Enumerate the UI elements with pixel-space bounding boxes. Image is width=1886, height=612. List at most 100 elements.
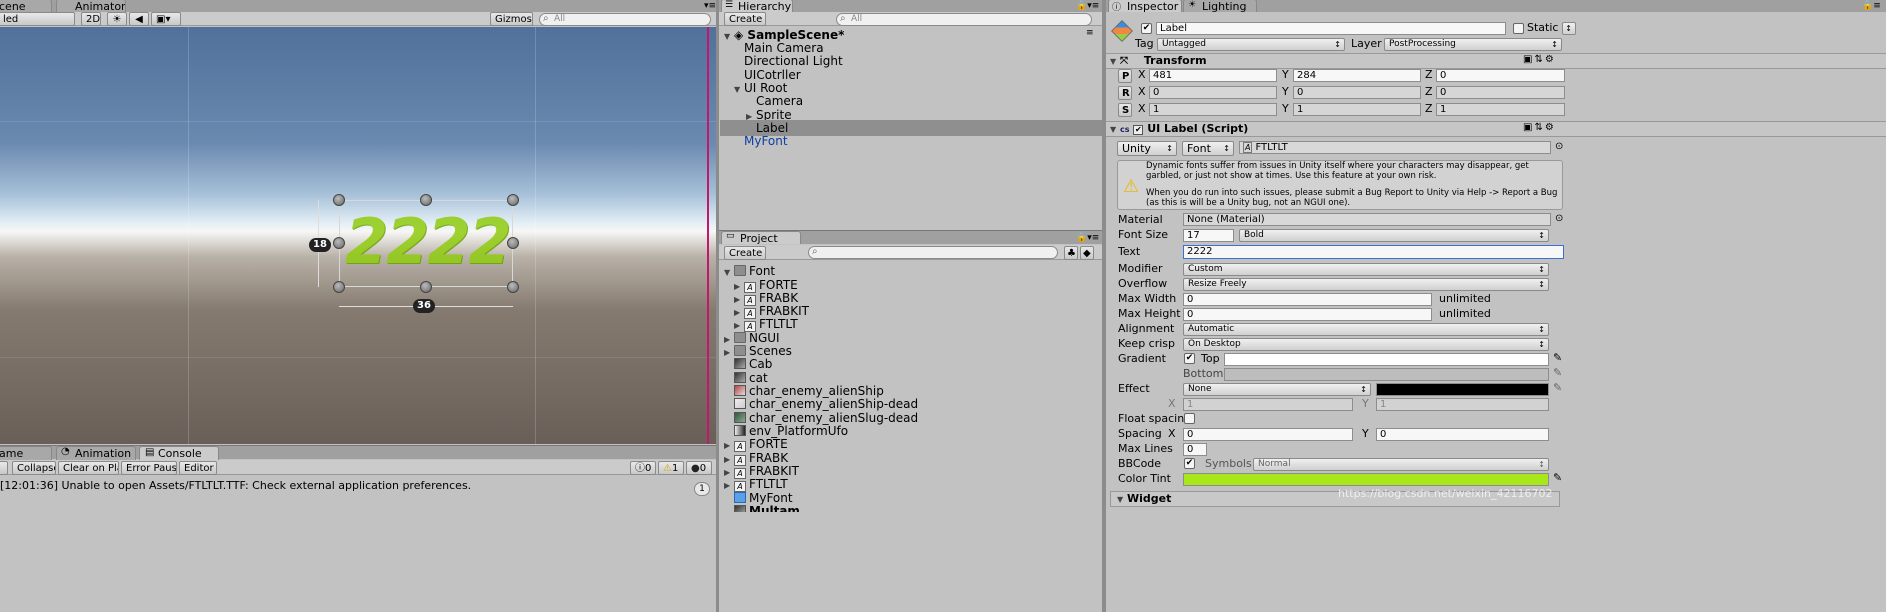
- project-item-multam[interactable]: Multam: [720, 503, 1100, 512]
- eyedropper-icon[interactable]: ✎: [1553, 471, 1562, 484]
- font-asset-field[interactable]: A FTLTLT: [1239, 141, 1551, 154]
- font-type-dropdown[interactable]: Unity: [1117, 141, 1177, 156]
- rotation-y-field[interactable]: 0: [1293, 86, 1421, 99]
- position-y-field[interactable]: 284: [1293, 69, 1421, 82]
- resize-handle[interactable]: [507, 237, 519, 249]
- uilabel-header[interactable]: ▼ cs ✔ UI Label (Script): [1106, 121, 1886, 137]
- tab-scene[interactable]: cene: [0, 0, 52, 12]
- material-field[interactable]: None (Material): [1183, 213, 1551, 226]
- error-count-toggle[interactable]: ●0: [686, 461, 712, 475]
- scale-reset-button[interactable]: S: [1118, 103, 1132, 117]
- spacing-y-field[interactable]: 0: [1376, 428, 1549, 441]
- audio-toggle-icon[interactable]: ◀: [129, 12, 149, 26]
- font-size-field[interactable]: 17: [1183, 229, 1234, 242]
- project-search-input[interactable]: [808, 246, 1058, 259]
- eyedropper-icon[interactable]: ✎: [1553, 351, 1562, 364]
- spacing-x-field[interactable]: 0: [1183, 428, 1353, 441]
- hierarchy-item-myfont[interactable]: MyFont: [720, 133, 1102, 149]
- shading-mode-dropdown[interactable]: led: [0, 12, 75, 26]
- tab-game[interactable]: ame: [0, 446, 52, 460]
- position-reset-button[interactable]: P: [1118, 69, 1132, 83]
- panel-menu-icon[interactable]: ▾≡: [704, 1, 716, 11]
- collapse-button[interactable]: Collapse: [12, 461, 56, 475]
- resize-handle[interactable]: [333, 237, 345, 249]
- position-z-field[interactable]: 0: [1436, 69, 1565, 82]
- font-object-dropdown[interactable]: Font: [1182, 141, 1234, 156]
- search-by-label-icon[interactable]: ◆: [1080, 246, 1094, 260]
- max-width-field[interactable]: 0: [1183, 293, 1432, 306]
- keep-crisp-dropdown[interactable]: On Desktop: [1183, 338, 1549, 351]
- scene-viewport[interactable]: 2222 18 36: [0, 27, 716, 444]
- max-height-field[interactable]: 0: [1183, 308, 1432, 321]
- text-field[interactable]: 2222: [1183, 245, 1564, 259]
- resize-handle[interactable]: [420, 281, 432, 293]
- active-checkbox[interactable]: ✔: [1141, 23, 1152, 34]
- hierarchy-search-input[interactable]: All: [836, 13, 1092, 26]
- color-tint-field[interactable]: [1183, 473, 1549, 486]
- scale-z-field[interactable]: 1: [1436, 103, 1565, 116]
- gradient-top-color[interactable]: [1224, 353, 1549, 366]
- hierarchy-create-dropdown[interactable]: Create: [724, 12, 766, 26]
- rotation-x-field[interactable]: 0: [1149, 86, 1277, 99]
- float-spacing-checkbox[interactable]: [1184, 413, 1195, 424]
- component-enabled-checkbox[interactable]: ✔: [1133, 125, 1144, 135]
- resize-handle[interactable]: [507, 281, 519, 293]
- search-by-type-icon[interactable]: ♣: [1064, 246, 1078, 260]
- component-menu-icons[interactable]: ▣⇅⚙: [1523, 54, 1556, 65]
- font-asset-icon: A: [1243, 142, 1253, 153]
- console-log-entry[interactable]: [12:01:36] Unable to open Assets/FTLTLT.…: [0, 479, 471, 492]
- eyedropper-icon[interactable]: ✎: [1553, 381, 1562, 394]
- panel-menu-icon[interactable]: 🔒▾≡: [1076, 233, 1099, 243]
- effect-x-field[interactable]: 1: [1183, 398, 1353, 411]
- eyedropper-icon[interactable]: ✎: [1553, 366, 1562, 379]
- static-dropdown[interactable]: [1562, 22, 1576, 35]
- gradient-bottom-color[interactable]: [1224, 368, 1549, 381]
- overflow-dropdown[interactable]: Resize Freely: [1183, 278, 1549, 291]
- effect-color[interactable]: [1376, 383, 1549, 396]
- component-menu-icons[interactable]: ▣⇅⚙: [1523, 122, 1556, 133]
- static-checkbox[interactable]: [1513, 23, 1524, 34]
- info-count-toggle[interactable]: ⓘ0: [630, 461, 656, 475]
- clear-on-play-button[interactable]: Clear on Play: [58, 461, 119, 475]
- resize-handle[interactable]: [333, 194, 345, 206]
- effect-y-field[interactable]: 1: [1376, 398, 1549, 411]
- animation-tab-icon: ◔: [61, 446, 70, 457]
- panel-menu-icon[interactable]: 🔒≡: [1862, 1, 1881, 11]
- layer-dropdown[interactable]: PostProcessing: [1384, 38, 1562, 51]
- rotation-reset-button[interactable]: R: [1118, 86, 1132, 100]
- effect-dropdown[interactable]: None: [1183, 383, 1371, 396]
- scene-menu-icon[interactable]: ≡: [1086, 28, 1094, 38]
- resize-handle[interactable]: [507, 194, 519, 206]
- modifier-dropdown[interactable]: Custom: [1183, 263, 1549, 276]
- clear-button[interactable]: [0, 461, 8, 475]
- panel-menu-icon[interactable]: 🔒▾≡: [1076, 1, 1099, 11]
- transform-header[interactable]: ▼ ⤧ Transform: [1106, 53, 1886, 69]
- tab-animator[interactable]: Animator: [56, 0, 126, 12]
- scale-y-field[interactable]: 1: [1293, 103, 1421, 116]
- mode-2d-button[interactable]: 2D: [81, 12, 101, 26]
- effects-dropdown-icon[interactable]: ▣▾: [151, 12, 181, 26]
- symbols-dropdown[interactable]: Normal: [1253, 458, 1549, 471]
- rotation-z-field[interactable]: 0: [1436, 86, 1565, 99]
- error-pause-button[interactable]: Error Pause: [121, 461, 177, 475]
- resize-handle[interactable]: [420, 194, 432, 206]
- scene-search-input[interactable]: All: [539, 13, 711, 26]
- resize-handle[interactable]: [333, 281, 345, 293]
- lighting-toggle-icon[interactable]: ☀: [107, 12, 127, 26]
- object-picker-icon[interactable]: ⊙: [1555, 213, 1563, 224]
- tag-dropdown[interactable]: Untagged: [1157, 38, 1345, 51]
- scale-x-field[interactable]: 1: [1149, 103, 1277, 116]
- gizmos-dropdown[interactable]: Gizmos: [490, 12, 533, 26]
- gradient-checkbox[interactable]: ✔: [1184, 353, 1195, 364]
- warning-count-toggle[interactable]: ⚠1: [658, 461, 684, 475]
- object-name-field[interactable]: Label: [1156, 22, 1506, 35]
- bbcode-checkbox[interactable]: ✔: [1184, 458, 1195, 469]
- max-lines-field[interactable]: 0: [1183, 443, 1207, 456]
- font-style-dropdown[interactable]: Bold: [1239, 229, 1549, 242]
- project-create-dropdown[interactable]: Create: [724, 246, 766, 260]
- editor-dropdown[interactable]: Editor: [179, 461, 217, 475]
- position-x-field[interactable]: 481: [1149, 69, 1277, 82]
- object-picker-icon[interactable]: ⊙: [1555, 141, 1563, 152]
- alignment-dropdown[interactable]: Automatic: [1183, 323, 1549, 336]
- max-height-label: Max Height: [1118, 307, 1181, 320]
